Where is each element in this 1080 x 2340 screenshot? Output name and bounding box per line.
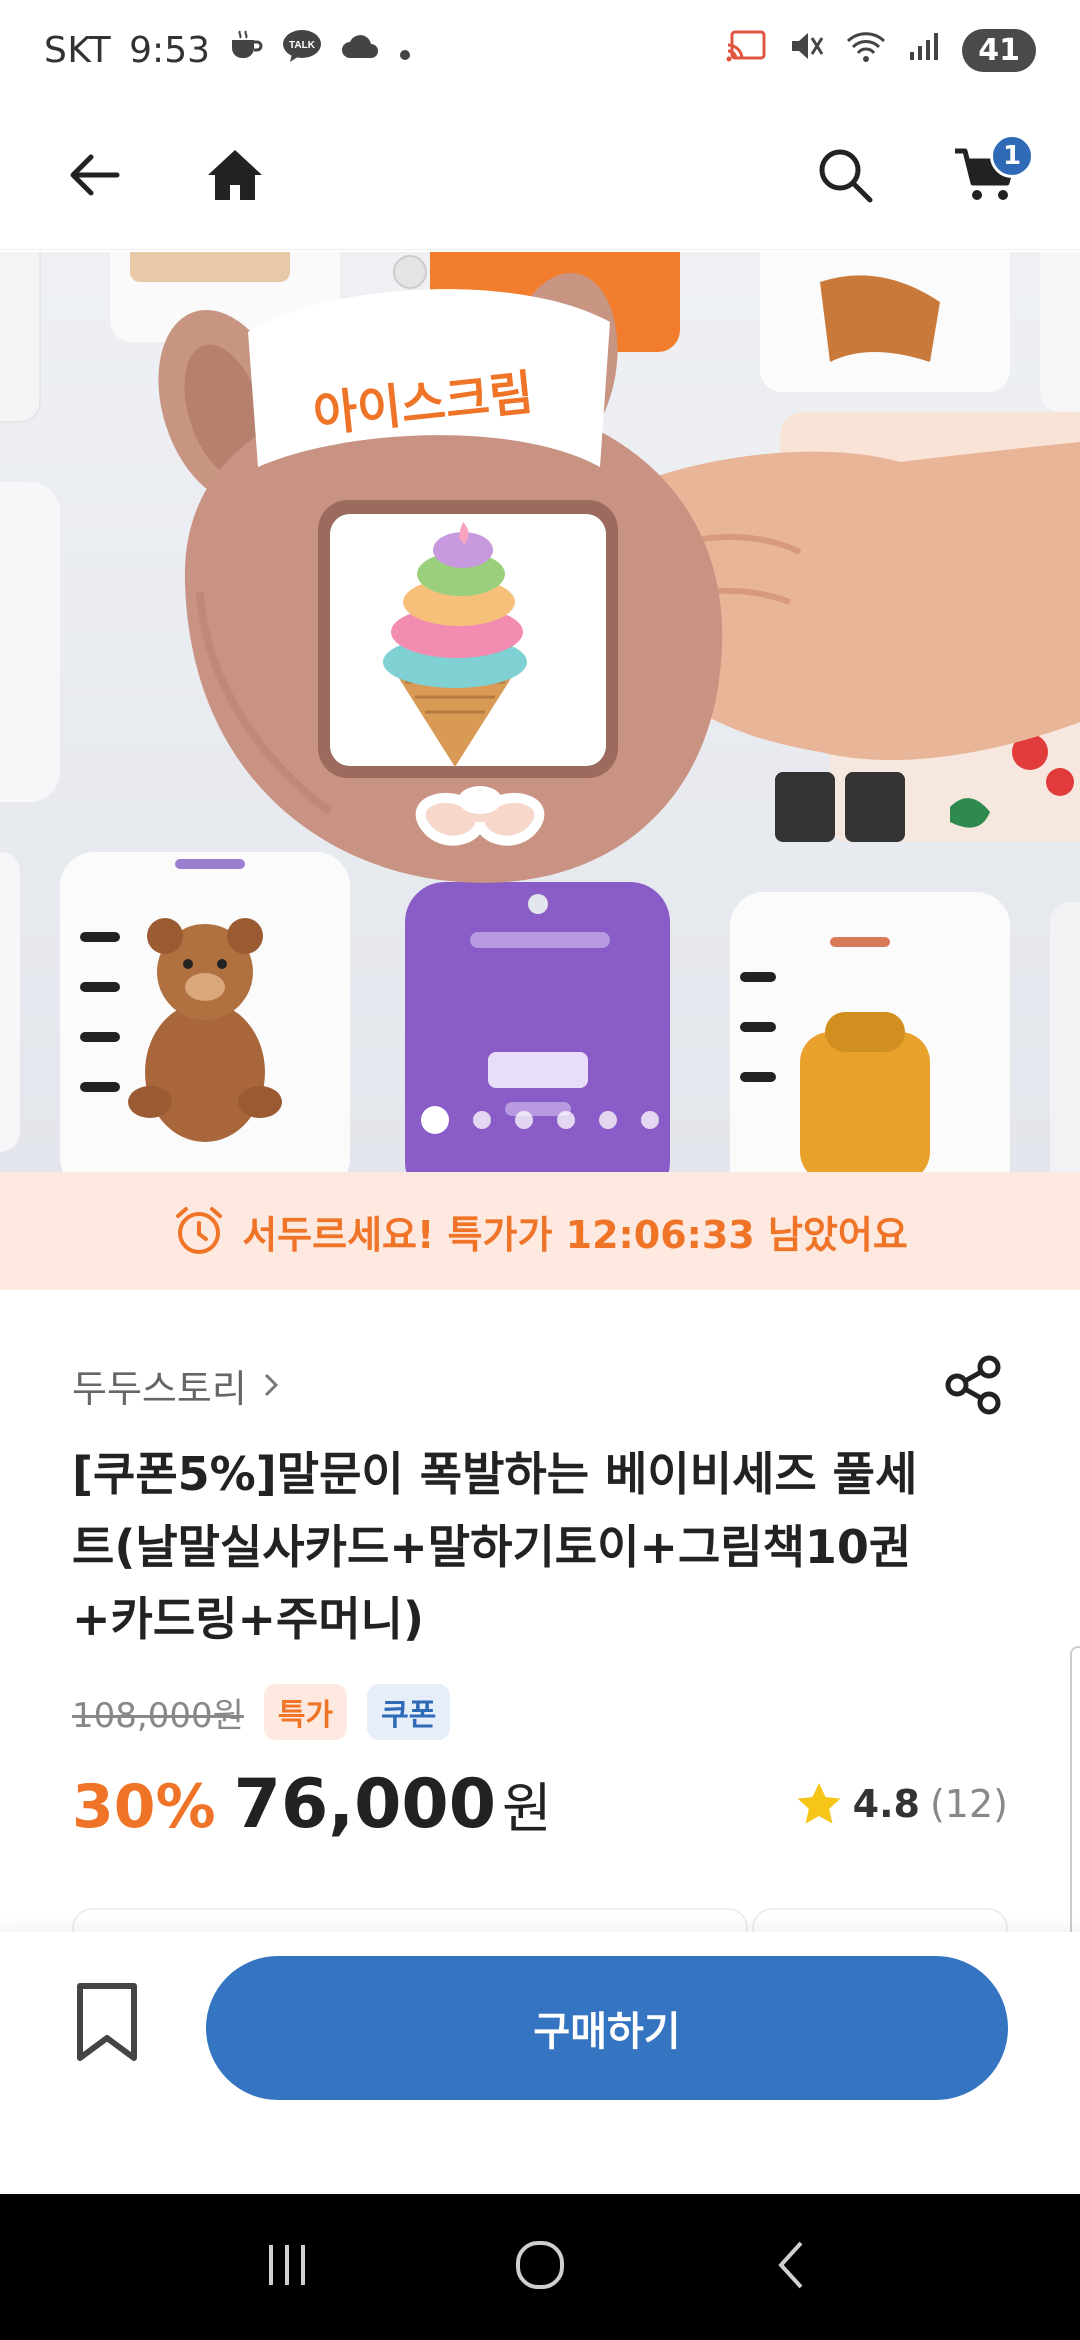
home-nav-button[interactable] — [510, 2235, 570, 2299]
brand-link[interactable]: 두두스토리 — [72, 1358, 281, 1413]
carousel-dot[interactable] — [599, 1111, 617, 1129]
sale-countdown-text: 서두르세요! 특가가 12:06:33 남았어요 — [242, 1212, 908, 1257]
price-tags: 108,000원 특가 쿠폰 — [72, 1684, 1008, 1741]
back-arrow-icon — [70, 154, 120, 195]
currency-label: 원 — [502, 1777, 552, 1841]
carousel-dot[interactable] — [557, 1111, 575, 1129]
share-icon — [945, 1355, 1001, 1415]
cast-icon — [726, 29, 766, 72]
carousel-dot[interactable] — [421, 1106, 449, 1134]
top-nav: 1 — [0, 100, 1080, 250]
carousel-indicator — [0, 1106, 1080, 1134]
carousel-dot[interactable] — [473, 1111, 491, 1129]
nav-left — [60, 140, 270, 210]
share-button[interactable] — [938, 1350, 1008, 1420]
review-count: (12) — [929, 1782, 1008, 1827]
recent-apps-icon — [268, 2245, 305, 2285]
carrier-label: SKT — [44, 29, 112, 71]
coupon-badge: 쿠폰 — [367, 1684, 451, 1741]
sale-price: 76,000 — [233, 1765, 497, 1845]
bookmark-icon — [77, 1983, 137, 2061]
alarm-clock-icon — [176, 1207, 223, 1254]
product-title: [쿠폰5%]말문이 폭발하는 베이비세즈 풀세트(날말실사카드+말하기토이+그림… — [72, 1447, 918, 1647]
system-navigation-bar — [0, 2194, 1080, 2340]
sale-countdown-banner: 서두르세요! 특가가 12:06:33 남았어요 — [0, 1172, 1080, 1290]
rating[interactable]: 4.8 (12) — [795, 1780, 1008, 1828]
home-circle-icon — [515, 2241, 564, 2289]
cloud-icon — [340, 30, 380, 71]
status-bar: SKT 9:53 TALK 41 — [0, 0, 1080, 100]
price-group: 30% 76,000 원 — [72, 1764, 552, 1844]
clock: 9:53 — [129, 29, 210, 71]
back-button[interactable] — [60, 140, 130, 210]
search-button[interactable] — [810, 140, 880, 210]
wifi-icon — [846, 29, 886, 72]
nav-right: 1 — [810, 133, 1034, 210]
hero-tag-text: 아이스크림 — [311, 365, 536, 444]
signal-icon — [908, 30, 940, 71]
price-row: 30% 76,000 원 4.8 (12) — [72, 1764, 1008, 1844]
back-chevron-icon — [778, 2241, 803, 2289]
sale-badge: 특가 — [263, 1684, 348, 1741]
coffee-icon — [228, 28, 264, 73]
home-icon — [208, 149, 262, 200]
cart-button[interactable]: 1 — [950, 133, 1034, 210]
buy-button[interactable]: 구매하기 — [206, 1956, 1008, 2100]
cart-count-badge: 1 — [990, 133, 1034, 178]
dot-icon — [398, 30, 412, 71]
mute-icon — [788, 28, 824, 73]
hero-image-carousel[interactable]: 아이스크림 — [0, 252, 1080, 1172]
status-right: 41 — [726, 28, 1036, 73]
home-button[interactable] — [200, 140, 270, 210]
carousel-dot[interactable] — [641, 1111, 659, 1129]
status-left: SKT 9:53 TALK — [44, 28, 412, 73]
chevron-right-icon — [264, 1373, 278, 1397]
bookmark-button[interactable] — [72, 1974, 142, 2070]
brand-name: 두두스토리 — [72, 1366, 247, 1411]
svg-text:아이스크림: 아이스크림 — [311, 365, 536, 444]
carousel-dot[interactable] — [515, 1111, 533, 1129]
discount-rate: 30% — [72, 1772, 216, 1843]
original-price: 108,000원 — [72, 1695, 244, 1736]
battery-indicator: 41 — [962, 28, 1036, 72]
talk-icon: TALK — [282, 28, 322, 73]
back-nav-button[interactable] — [763, 2235, 823, 2299]
recent-apps-button[interactable] — [257, 2235, 317, 2299]
bottom-action-bar: 구매하기 — [0, 1932, 1080, 2194]
star-icon — [797, 1783, 841, 1824]
product-info: 두두스토리 [쿠폰5%]말문이 폭발하는 베이비세즈 풀세트(날말실사카드+말하… — [0, 1290, 1080, 1844]
search-icon — [819, 149, 873, 202]
talk-icon-label: TALK — [289, 40, 316, 51]
brand-row: 두두스토리 — [72, 1350, 1008, 1420]
rating-value: 4.8 — [852, 1782, 920, 1827]
